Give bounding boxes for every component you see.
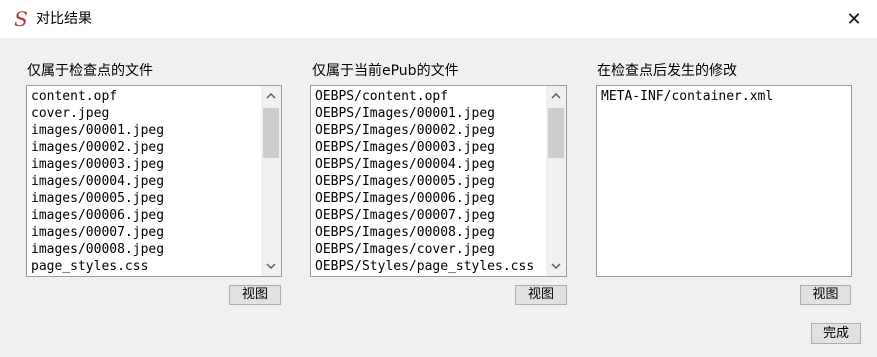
list-item[interactable]: images/00008.jpeg [27, 241, 261, 258]
scroll-down-button[interactable] [546, 256, 566, 276]
app-logo-icon: S [14, 7, 28, 31]
modified-since-checkpoint-label: 在检查点后发生的修改 [597, 63, 737, 79]
done-button[interactable]: 完成 [811, 323, 861, 344]
list-item[interactable]: OEBPS/content.opf [311, 88, 546, 105]
list-item[interactable]: images/00003.jpeg [27, 156, 261, 173]
list-item[interactable]: images/00005.jpeg [27, 190, 261, 207]
scroll-thumb[interactable] [548, 108, 564, 158]
view-current-epub-button[interactable]: 视图 [515, 285, 567, 305]
checkpoint-only-list[interactable]: content.opf cover.jpeg images/00001.jpeg… [26, 85, 282, 277]
list-item[interactable]: OEBPS/Images/00002.jpeg [311, 122, 546, 139]
chevron-down-icon [551, 263, 561, 269]
list-item[interactable]: OEBPS/Images/00005.jpeg [311, 173, 546, 190]
scroll-down-button[interactable] [261, 256, 281, 276]
list-item[interactable]: page_styles.css [27, 258, 261, 275]
list-item[interactable]: OEBPS/Images/00001.jpeg [311, 105, 546, 122]
list-item[interactable]: OEBPS/Images/cover.jpeg [311, 241, 546, 258]
list-item[interactable]: images/00004.jpeg [27, 173, 261, 190]
chevron-up-icon [266, 93, 276, 99]
chevron-down-icon [266, 263, 276, 269]
scroll-thumb[interactable] [263, 108, 279, 158]
close-button[interactable]: ✕ [831, 0, 877, 38]
modified-files-list[interactable]: META-INF/container.xml [596, 85, 852, 277]
list-item[interactable]: OEBPS/Images/00004.jpeg [311, 156, 546, 173]
list-item[interactable]: META-INF/container.xml [597, 88, 851, 105]
list-item[interactable]: images/00001.jpeg [27, 122, 261, 139]
list-item[interactable]: OEBPS/Styles/page_styles.css [311, 258, 546, 275]
list-item[interactable]: cover.jpeg [27, 105, 261, 122]
vertical-scrollbar[interactable] [546, 86, 566, 276]
list-item[interactable]: OEBPS/Images/00006.jpeg [311, 190, 546, 207]
list-item[interactable]: OEBPS/Images/00008.jpeg [311, 224, 546, 241]
chevron-up-icon [551, 93, 561, 99]
window-title: 对比结果 [36, 11, 92, 27]
checkpoint-only-label: 仅属于检查点的文件 [27, 63, 153, 79]
view-modified-button[interactable]: 视图 [800, 285, 851, 305]
list-item[interactable]: content.opf [27, 88, 261, 105]
current-epub-only-list[interactable]: OEBPS/content.opf OEBPS/Images/00001.jpe… [310, 85, 567, 277]
list-item[interactable]: images/00007.jpeg [27, 224, 261, 241]
close-icon: ✕ [846, 8, 862, 30]
scroll-up-button[interactable] [261, 86, 281, 106]
list-item[interactable]: OEBPS/Images/00003.jpeg [311, 139, 546, 156]
scroll-up-button[interactable] [546, 86, 566, 106]
title-bar: S 对比结果 ✕ [0, 0, 877, 38]
list-item[interactable]: images/00006.jpeg [27, 207, 261, 224]
view-checkpoint-button[interactable]: 视图 [229, 285, 281, 305]
vertical-scrollbar[interactable] [261, 86, 281, 276]
list-item[interactable]: images/00002.jpeg [27, 139, 261, 156]
current-epub-only-label: 仅属于当前ePub的文件 [312, 63, 459, 79]
list-item[interactable]: OEBPS/Images/00007.jpeg [311, 207, 546, 224]
